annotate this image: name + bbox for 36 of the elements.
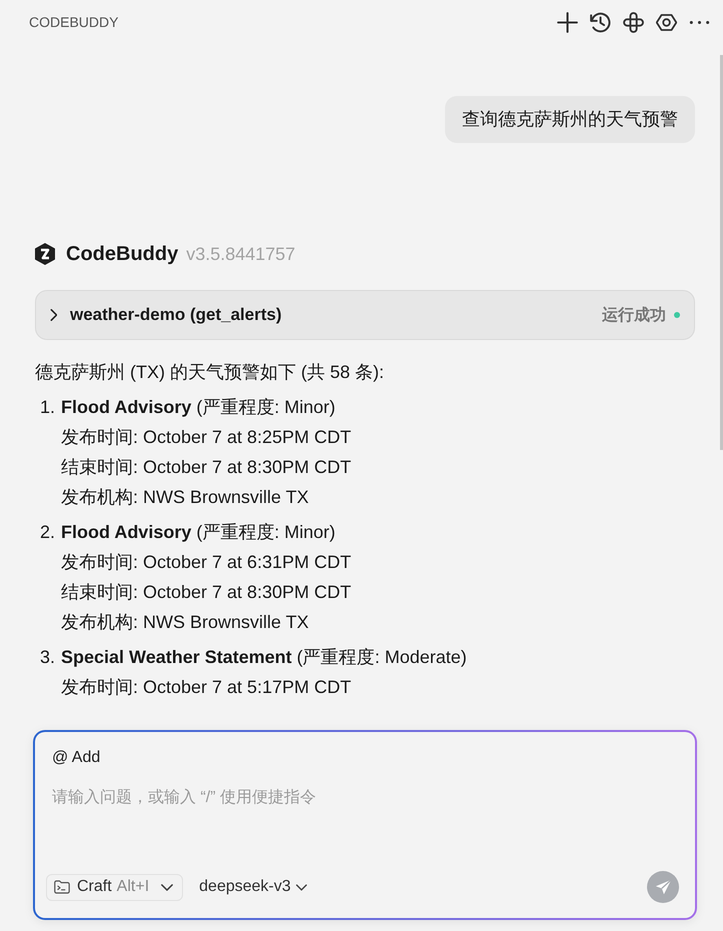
paper-plane-icon [654, 878, 672, 896]
alert-heading: Special Weather Statement (严重程度: Moderate) [61, 646, 467, 669]
settings-icon[interactable] [656, 12, 677, 32]
list-number: 3. [40, 646, 56, 669]
folder-terminal-icon [54, 880, 70, 894]
history-icon[interactable] [590, 12, 611, 32]
alert-detail: 发布机构: NWS Brownsville TX [61, 487, 309, 507]
chevron-down-icon [296, 884, 307, 890]
alert-detail: 结束时间: October 7 at 8:30PM CDT [61, 582, 352, 602]
tool-call-card[interactable]: weather-demo (get_alerts) 运行成功 [35, 290, 695, 340]
panel-title: CODEBUDDY [29, 14, 118, 30]
plus-icon[interactable] [557, 12, 578, 32]
alert-detail: 发布时间: October 7 at 6:31PM CDT [61, 552, 352, 572]
mode-selector[interactable]: Craft Alt+I [46, 874, 184, 900]
alert-heading: Flood Advisory (严重程度: Minor) [61, 521, 336, 544]
alert-detail: 发布时间: October 7 at 8:25PM CDT [61, 427, 352, 447]
scrollbar-thumb[interactable] [720, 55, 723, 450]
add-context-button[interactable]: @ Add [52, 749, 100, 767]
message-input[interactable]: 请输入问题，或输入 “/” 使用便捷指令 [52, 788, 679, 871]
alert-detail: 结束时间: October 7 at 8:30PM CDT [61, 457, 352, 477]
tool-call-label: weather-demo (get_alerts) [70, 305, 282, 325]
alert-detail: 发布机构: NWS Brownsville TX [61, 612, 309, 632]
list-number: 1. [40, 396, 56, 419]
alert-detail: 发布时间: October 7 at 5:17PM CDT [61, 677, 352, 697]
list-number: 2. [40, 521, 56, 544]
response-intro: 德克萨斯州 (TX) 的天气预警如下 (共 58 条): [35, 361, 386, 384]
user-message: 查询德克萨斯州的天气预警 [445, 96, 695, 143]
status-dot-icon [674, 312, 680, 318]
status-text: 运行成功 [602, 306, 666, 326]
assistant-name: CodeBuddy [66, 242, 178, 266]
version-label: v3.5.8441757 [186, 244, 296, 264]
model-selector[interactable]: deepseek-v3 [199, 878, 307, 896]
chevron-down-icon [161, 884, 174, 890]
cross-loops-icon[interactable] [623, 12, 644, 32]
hexagon-logo-icon [35, 243, 55, 265]
alert-heading: Flood Advisory (严重程度: Minor) [61, 396, 336, 419]
